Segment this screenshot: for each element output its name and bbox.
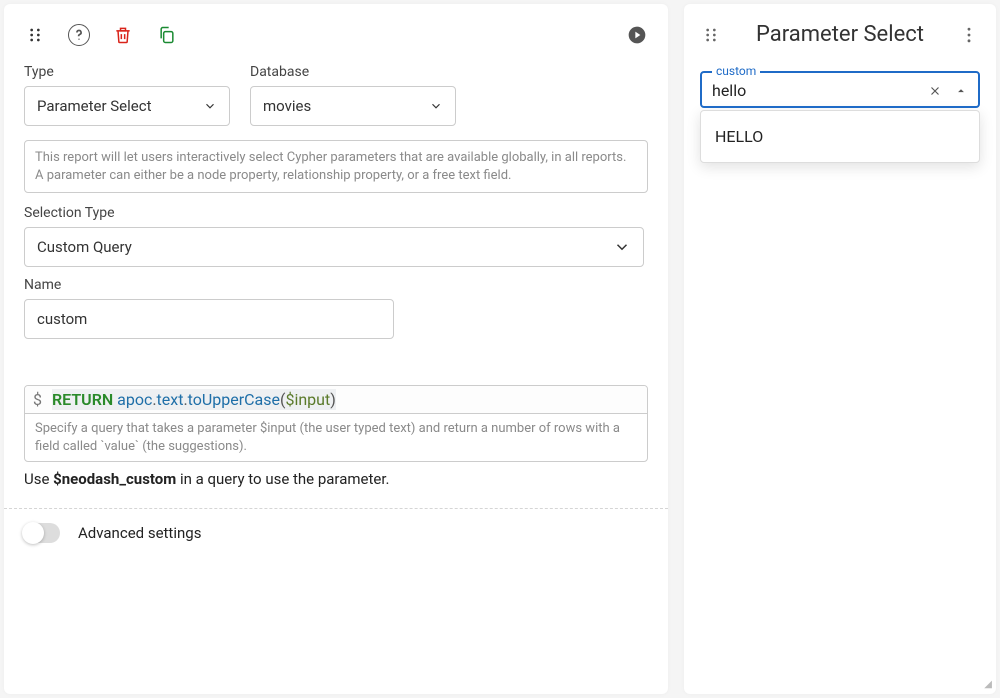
query-line[interactable]: $ RETURN apoc.text.toUpperCase($input) — [25, 386, 647, 413]
editor-header — [24, 24, 648, 46]
more-menu-icon[interactable] — [958, 24, 980, 46]
query-help-text: Specify a query that takes a parameter $… — [25, 413, 647, 461]
clear-icon[interactable] — [928, 84, 942, 98]
selection-type-label: Selection Type — [24, 205, 648, 221]
type-description: This report will let users interactively… — [24, 140, 648, 193]
drag-handle-icon[interactable] — [700, 24, 722, 46]
dropdown-option[interactable]: HELLO — [701, 117, 979, 156]
query-editor: $ RETURN apoc.text.toUpperCase($input) S… — [24, 385, 648, 462]
chevron-down-icon — [203, 99, 217, 113]
resize-handle-icon[interactable]: ◢ — [984, 679, 992, 690]
type-db-row: Type Parameter Select Database movies — [24, 64, 648, 126]
selection-type-select[interactable]: Custom Query — [24, 227, 644, 267]
section-divider — [4, 508, 668, 509]
preview-header: Parameter Select — [700, 22, 980, 47]
combobox-controls — [928, 84, 968, 98]
chevron-down-icon — [429, 99, 443, 113]
selection-type-field: Selection Type Custom Query — [24, 205, 648, 267]
parameter-combobox[interactable]: hello — [700, 71, 980, 108]
name-label: Name — [24, 277, 648, 293]
trash-icon[interactable] — [112, 24, 134, 46]
advanced-settings-toggle[interactable] — [24, 523, 60, 543]
type-select[interactable]: Parameter Select — [24, 86, 230, 126]
editor-panel: Type Parameter Select Database movies Th… — [4, 4, 668, 694]
database-label: Database — [250, 64, 456, 80]
type-label: Type — [24, 64, 230, 80]
selection-type-value: Custom Query — [37, 238, 132, 256]
help-icon[interactable] — [68, 24, 90, 46]
type-field: Type Parameter Select — [24, 64, 230, 126]
preview-title: Parameter Select — [756, 22, 924, 47]
advanced-settings-label: Advanced settings — [78, 524, 201, 542]
drag-handle-icon[interactable] — [24, 24, 46, 46]
database-value: movies — [263, 97, 311, 115]
name-field: Name — [24, 277, 648, 339]
name-input[interactable] — [24, 299, 394, 339]
preview-panel: Parameter Select hello HELLO ◢ — [684, 4, 996, 694]
type-value: Parameter Select — [37, 97, 152, 115]
combobox-value: hello — [712, 81, 746, 100]
run-icon[interactable] — [626, 24, 648, 46]
combobox-dropdown: HELLO — [700, 110, 980, 163]
copy-icon[interactable] — [156, 24, 178, 46]
database-field: Database movies — [250, 64, 456, 126]
header-left-icons — [24, 24, 178, 46]
usage-hint: Use $neodash_custom in a query to use th… — [24, 470, 648, 488]
caret-up-icon[interactable] — [954, 84, 968, 98]
chevron-down-icon — [613, 238, 631, 256]
query-text: RETURN apoc.text.toUpperCase($input) — [52, 389, 336, 410]
prompt-symbol: $ — [33, 390, 42, 409]
database-select[interactable]: movies — [250, 86, 456, 126]
advanced-settings-row: Advanced settings — [24, 523, 648, 567]
